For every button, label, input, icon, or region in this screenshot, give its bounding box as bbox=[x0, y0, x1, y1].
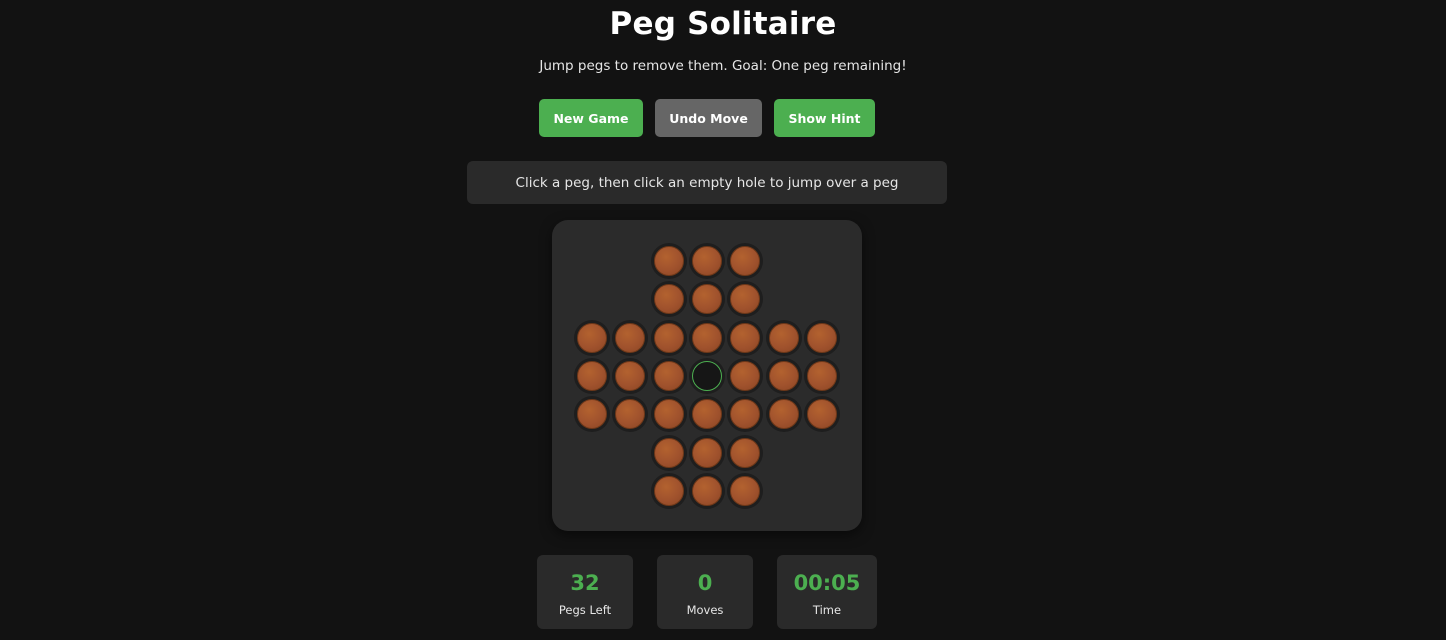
peg-hole[interactable] bbox=[691, 246, 722, 276]
peg-hole[interactable] bbox=[730, 399, 761, 430]
peg-hole[interactable] bbox=[730, 246, 761, 276]
pegs-left-value: 32 bbox=[570, 571, 600, 595]
peg-hole[interactable] bbox=[577, 360, 607, 391]
time-stat: 00:05 Time bbox=[777, 555, 877, 629]
page-title: Peg Solitaire bbox=[609, 6, 837, 42]
peg-hole[interactable] bbox=[653, 360, 684, 391]
peg-hole[interactable] bbox=[653, 322, 684, 353]
empty-hole[interactable] bbox=[691, 360, 722, 391]
peg-hole[interactable] bbox=[653, 437, 684, 468]
peg-hole[interactable] bbox=[730, 322, 761, 353]
peg-hole[interactable] bbox=[768, 322, 799, 353]
peg-hole[interactable] bbox=[806, 360, 837, 391]
page-subtitle: Jump pegs to remove them. Goal: One peg … bbox=[539, 58, 907, 74]
moves-stat: 0 Moves bbox=[657, 555, 753, 629]
peg-hole[interactable] bbox=[615, 360, 646, 391]
peg-hole[interactable] bbox=[768, 399, 799, 430]
game-board bbox=[552, 220, 862, 531]
peg-hole[interactable] bbox=[691, 475, 722, 506]
time-value: 00:05 bbox=[793, 571, 861, 595]
peg-hole[interactable] bbox=[691, 437, 722, 468]
peg-hole[interactable] bbox=[691, 399, 722, 430]
peg-hole[interactable] bbox=[768, 360, 799, 391]
peg-hole[interactable] bbox=[653, 475, 684, 506]
moves-label: Moves bbox=[686, 603, 724, 617]
peg-hole[interactable] bbox=[577, 399, 607, 430]
peg-hole[interactable] bbox=[806, 322, 837, 353]
peg-solitaire-app: Peg Solitaire Jump pegs to remove them. … bbox=[0, 0, 1446, 640]
peg-hole[interactable] bbox=[730, 284, 761, 315]
moves-value: 0 bbox=[697, 571, 713, 595]
peg-hole[interactable] bbox=[691, 322, 722, 353]
time-label: Time bbox=[812, 603, 842, 617]
peg-hole[interactable] bbox=[615, 399, 646, 430]
status-message: Click a peg, then click an empty hole to… bbox=[467, 161, 947, 204]
new-game-button[interactable]: New Game bbox=[539, 99, 643, 137]
peg-hole[interactable] bbox=[691, 284, 722, 315]
peg-hole[interactable] bbox=[577, 322, 607, 353]
peg-hole[interactable] bbox=[653, 284, 684, 315]
peg-hole[interactable] bbox=[806, 399, 837, 430]
peg-hole[interactable] bbox=[730, 475, 761, 506]
undo-move-button[interactable]: Undo Move bbox=[655, 99, 762, 137]
status-message-text: Click a peg, then click an empty hole to… bbox=[515, 174, 899, 191]
peg-hole[interactable] bbox=[730, 437, 761, 468]
pegs-left-label: Pegs Left bbox=[558, 603, 612, 617]
peg-hole[interactable] bbox=[653, 399, 684, 430]
peg-hole[interactable] bbox=[615, 322, 646, 353]
peg-hole[interactable] bbox=[653, 246, 684, 276]
show-hint-button[interactable]: Show Hint bbox=[774, 99, 875, 137]
peg-hole[interactable] bbox=[730, 360, 761, 391]
pegs-left-stat: 32 Pegs Left bbox=[537, 555, 633, 629]
